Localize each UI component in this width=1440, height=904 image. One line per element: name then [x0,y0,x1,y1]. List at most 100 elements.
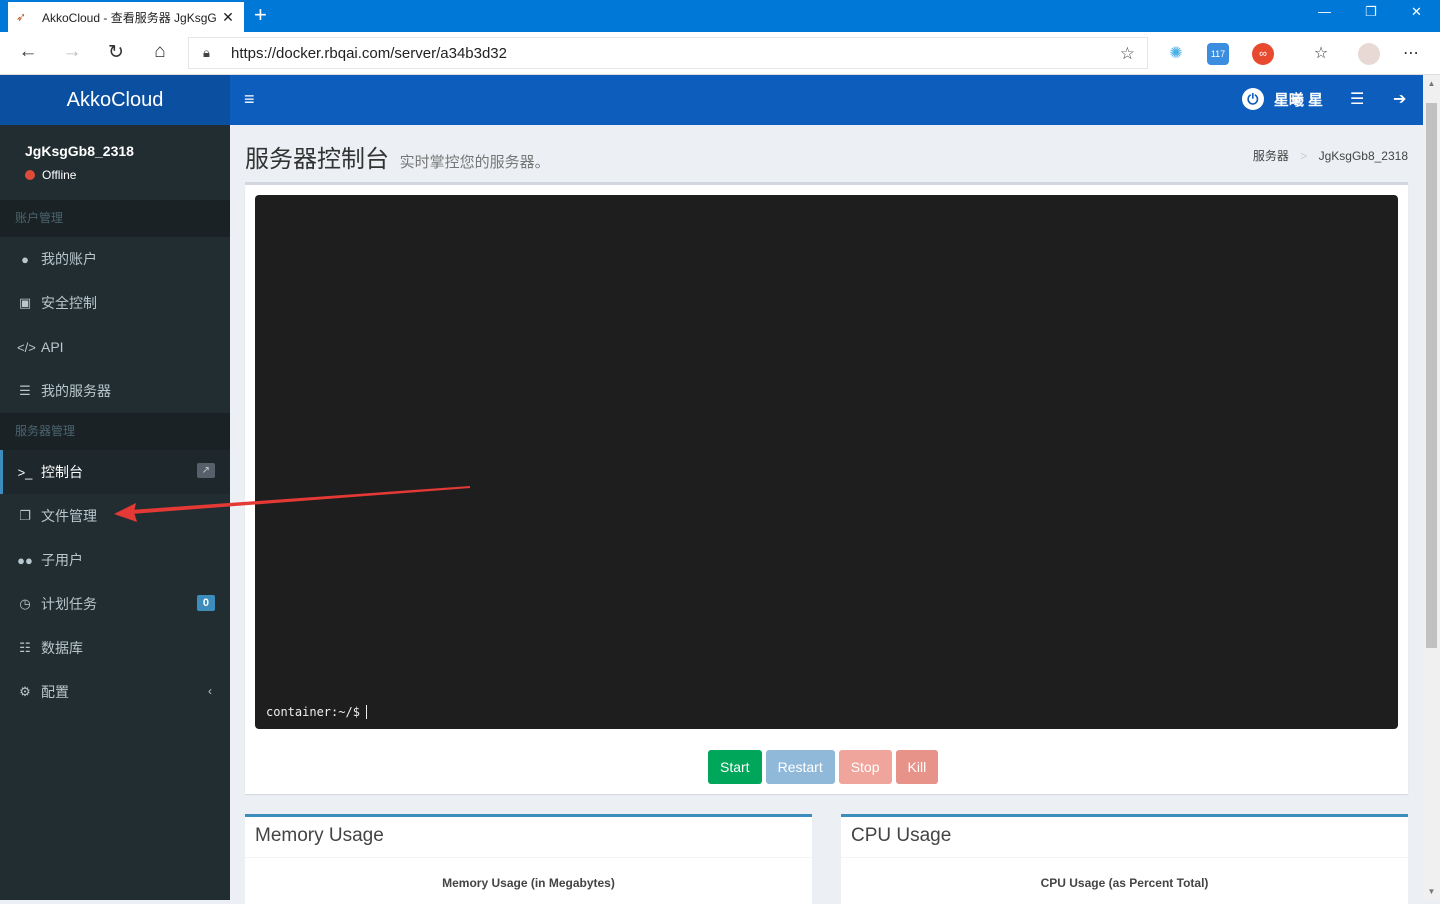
server-panel: JgKsgGb8_2318 Offline [0,125,230,200]
page-subtitle: 实时掌控您的服务器。 [399,154,550,171]
sidebar-item-subusers[interactable]: ●● 子用户 [0,538,230,582]
main-content: 服务器控制台 实时掌控您的服务器。 服务器 > JgKsgGb8_2318 co… [230,125,1423,904]
power-buttons: Start Restart Stop Kill [708,750,939,784]
restart-button[interactable]: Restart [765,750,835,784]
browser-titlebar: ➶ AkkoCloud - 查看服务器 JgKsgG ✕ + — ❐ ✕ [0,0,1440,32]
close-tab-icon[interactable]: ✕ [220,9,236,26]
cpu-usage-header: CPU Usage [841,817,1408,858]
server-list-icon: ☰ [19,383,31,398]
status-label: Offline [42,168,77,182]
scroll-up-icon[interactable]: ▲ [1423,79,1440,88]
server-list-icon[interactable]: ☰ [1350,89,1364,109]
code-icon: </> [17,339,36,355]
logout-icon[interactable]: ➔ [1393,89,1406,109]
server-status: Offline [25,168,230,182]
restore-icon[interactable]: ❐ [1365,4,1377,20]
infinity-extension-icon[interactable]: ∞ [1252,43,1274,65]
console-box: container:~/$ Start Restart Stop Kill [245,182,1408,794]
gears-icon: ⚙ [19,684,31,699]
sidebar-item-databases[interactable]: ☷ 数据库 [0,626,230,670]
sidebar-item-label: 配置 [41,684,69,700]
memory-usage-box: Memory Usage Memory Usage (in Megabytes) [245,814,812,904]
memory-chart-title: Memory Usage (in Megabytes) [442,876,615,890]
schedule-count-badge: 0 [196,595,215,611]
breadcrumb-current: JgKsgGb8_2318 [1318,149,1408,163]
start-button[interactable]: Start [708,750,762,784]
chevron-left-icon: ‹ [208,684,212,698]
section-header-account: 账户管理 [0,200,230,237]
page-scrollbar[interactable]: ▲ ▼ [1423,75,1440,900]
page-title: 服务器控制台 实时掌控您的服务器。 [245,139,550,174]
tab-title: AkkoCloud - 查看服务器 JgKsgG [42,10,217,25]
akko-favicon-icon: ➶ [16,10,27,24]
power-icon: ⏻ [1241,88,1264,110]
calendar-badge: 117 [1210,49,1226,59]
sidebar-item-label: 安全控制 [41,295,97,311]
minimize-icon[interactable]: — [1318,4,1331,19]
lock-icon: 🔒︎ [203,45,210,60]
close-window-icon[interactable]: ✕ [1411,4,1422,20]
prompt-text: container:~/$ [266,704,360,719]
favorites-list-icon[interactable]: ☆ [1310,43,1332,65]
brand-logo[interactable]: AkkoCloud [0,75,230,125]
breadcrumb: 服务器 > JgKsgGb8_2318 [1253,147,1408,164]
loading-extension-icon[interactable]: ✺ [1165,43,1187,65]
sidebar-item-my-account[interactable]: ● 我的账户 [0,237,230,281]
section-header-server: 服务器管理 [0,413,230,450]
hamburger-menu-icon[interactable]: ≡ [244,89,255,110]
breadcrumb-separator-icon: > [1300,149,1308,163]
browser-toolbar: ← → ↻ ⌂ 🔒︎ https://docker.rbqai.com/serv… [0,32,1440,75]
sidebar-item-label: API [41,339,64,355]
calendar-extension-icon[interactable]: 117 [1207,43,1229,65]
external-link-icon[interactable]: ↗ [196,463,215,478]
scrollbar-thumb[interactable] [1426,103,1437,648]
sidebar-item-console[interactable]: >_ 控制台 ↗ [0,450,230,494]
terminal-prompt: container:~/$ [266,704,367,719]
memory-usage-header: Memory Usage [245,817,812,858]
scroll-down-icon[interactable]: ▼ [1423,887,1440,896]
sidebar-item-label: 计划任务 [41,596,97,612]
cpu-chart-title: CPU Usage (as Percent Total) [1040,876,1209,890]
favorite-star-icon[interactable]: ☆ [1120,44,1135,64]
home-icon[interactable]: ⌂ [148,41,172,63]
sidebar-item-my-servers[interactable]: ☰ 我的服务器 [0,369,230,413]
new-tab-icon[interactable]: + [254,4,267,26]
profile-avatar[interactable] [1358,43,1380,65]
forward-icon[interactable]: → [60,41,84,63]
url-text: https://docker.rbqai.com/server/a34b3d32 [231,44,507,62]
sidebar-item-schedules[interactable]: ◷ 计划任务 0 [0,582,230,626]
sidebar-item-label: 子用户 [41,552,83,568]
lock-icon: ▣ [18,295,32,310]
url-bar[interactable]: 🔒︎ https://docker.rbqai.com/server/a34b3… [188,37,1148,69]
breadcrumb-servers-link[interactable]: 服务器 [1253,149,1289,163]
terminal-icon: >_ [17,464,33,480]
sidebar-item-label: 我的账户 [41,251,97,267]
sidebar-item-label: 我的服务器 [41,383,111,399]
status-dot-icon [25,170,35,180]
sidebar-item-security[interactable]: ▣ 安全控制 [0,281,230,325]
terminal-window[interactable]: container:~/$ [255,195,1398,729]
sidebar-item-file-manager[interactable]: ❐ 文件管理 [0,494,230,538]
server-name: JgKsgGb8_2318 [25,143,134,159]
database-icon: ☷ [19,640,31,655]
sidebar-item-label: 控制台 [41,464,83,480]
user-icon: ● [21,251,29,267]
terminal-cursor [365,705,367,719]
clock-icon: ◷ [19,596,31,611]
sidebar-item-label: 文件管理 [41,508,97,524]
sidebar-item-label: 数据库 [41,640,83,656]
user-name: 星曦 星 [1273,91,1323,109]
sidebar-item-api[interactable]: </> API [0,325,230,369]
refresh-icon[interactable]: ↻ [104,41,128,64]
more-menu-icon[interactable]: ⋯ [1400,43,1422,65]
kill-button[interactable]: Kill [895,750,939,784]
sidebar: JgKsgGb8_2318 Offline 账户管理 ● 我的账户 ▣ 安全控制… [0,125,230,900]
browser-tab[interactable]: ➶ AkkoCloud - 查看服务器 JgKsgG ✕ [8,2,244,32]
page-title-text: 服务器控制台 [245,146,389,173]
user-menu[interactable]: ⏻ 星曦 星 [1241,88,1323,110]
stop-button[interactable]: Stop [838,750,892,784]
back-icon[interactable]: ← [16,41,40,63]
files-icon: ❐ [19,508,31,523]
sidebar-item-configuration[interactable]: ⚙ 配置 ‹ [0,670,230,714]
users-icon: ●● [17,552,33,568]
